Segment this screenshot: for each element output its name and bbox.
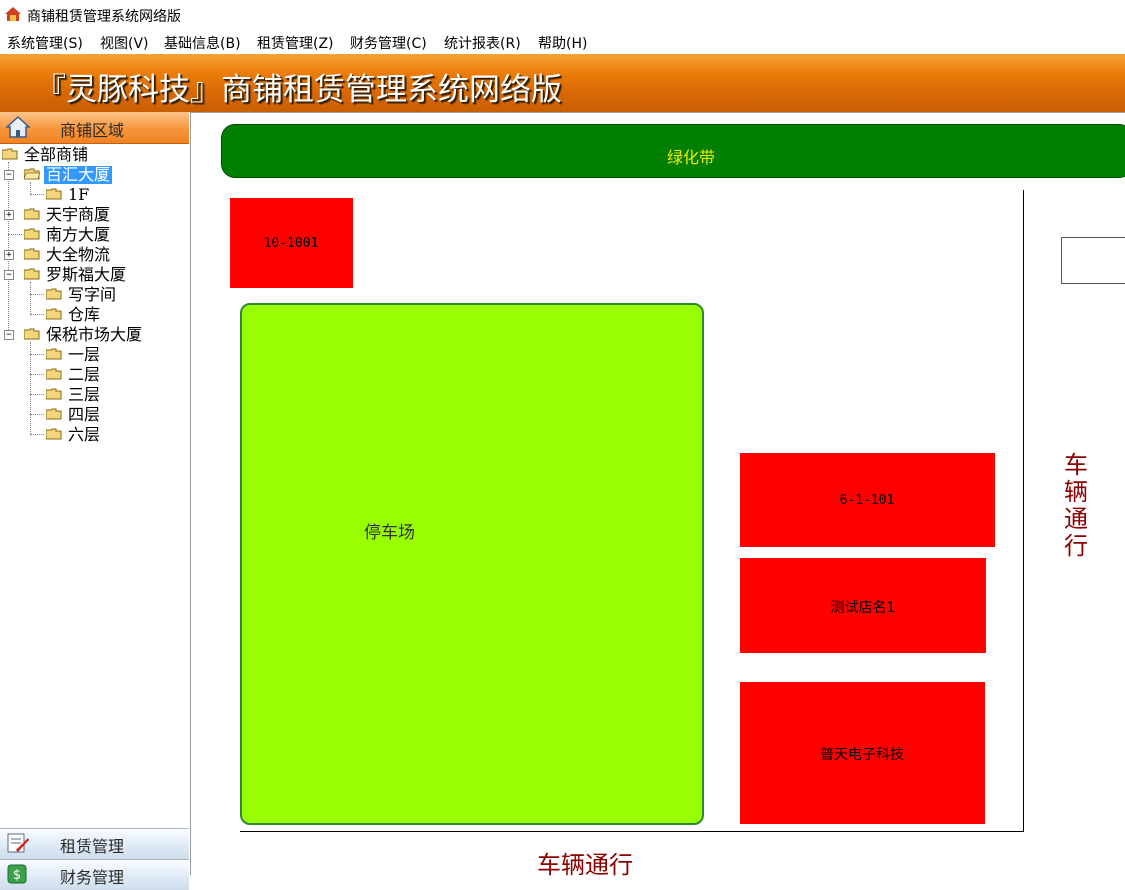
tab-finance-label: 财务管理 bbox=[60, 868, 125, 887]
lease-tool-icon bbox=[7, 833, 29, 853]
tree-item-floor-6[interactable]: 六层 bbox=[68, 426, 100, 444]
folder-open-icon bbox=[24, 168, 40, 180]
folder-icon bbox=[46, 188, 62, 200]
svg-text:$: $ bbox=[13, 868, 21, 883]
tree-guide bbox=[30, 294, 44, 295]
banner-title: 『灵豚科技』商铺租赁管理系统网络版 bbox=[35, 72, 562, 108]
shop-label: 测试店名1 bbox=[830, 600, 896, 616]
tree-guide bbox=[30, 182, 31, 194]
folder-open-icon bbox=[2, 148, 18, 160]
tree-item-baihui[interactable]: 百汇大厦 bbox=[44, 166, 113, 184]
menu-finance[interactable]: 财务管理(C) bbox=[350, 33, 427, 53]
folder-icon bbox=[24, 268, 40, 280]
menu-bar: 系统管理(S) 视图(V) 基础信息(B) 租赁管理(Z) 财务管理(C) 统计… bbox=[0, 30, 1125, 54]
folder-icon bbox=[46, 288, 62, 300]
sidebar-header-label: 商铺区域 bbox=[60, 121, 125, 140]
window-title: 商铺租赁管理系统网络版 bbox=[27, 9, 181, 25]
folder-icon bbox=[24, 248, 40, 260]
folder-icon bbox=[24, 228, 40, 240]
tree-item-root[interactable]: 全部商铺 bbox=[24, 146, 88, 164]
tree-expander[interactable]: − bbox=[4, 170, 14, 180]
shop-label: 6-1-101 bbox=[839, 493, 895, 508]
tree-item-luosifu-office[interactable]: 写字间 bbox=[68, 286, 116, 304]
folder-icon bbox=[46, 428, 62, 440]
tree-guide bbox=[30, 394, 44, 395]
tree-expander[interactable]: − bbox=[4, 270, 14, 280]
tree-guide bbox=[30, 342, 31, 434]
tree-guide bbox=[30, 434, 44, 435]
folder-icon bbox=[46, 308, 62, 320]
folder-icon bbox=[46, 408, 62, 420]
finance-dollar-icon: $ bbox=[7, 864, 27, 884]
tree-item-floor-2[interactable]: 二层 bbox=[68, 366, 100, 384]
tree-guide bbox=[30, 282, 31, 314]
tree-guide bbox=[30, 414, 44, 415]
folder-icon bbox=[46, 348, 62, 360]
folder-icon bbox=[24, 208, 40, 220]
parking-label: 停车场 bbox=[364, 523, 415, 543]
folder-icon bbox=[24, 328, 40, 340]
road-boundary-vertical bbox=[1023, 190, 1024, 832]
tree-item-baihui-1f[interactable]: 1F bbox=[68, 186, 89, 204]
green-belt-label: 绿化带 bbox=[667, 148, 716, 167]
tree-item-luosifu[interactable]: 罗斯福大厦 bbox=[46, 266, 126, 284]
menu-reports[interactable]: 统计报表(R) bbox=[444, 33, 521, 53]
tree-expander[interactable]: − bbox=[4, 330, 14, 340]
map-box[interactable] bbox=[1061, 237, 1125, 284]
menu-lease[interactable]: 租赁管理(Z) bbox=[257, 33, 334, 53]
tree-guide bbox=[8, 234, 22, 235]
menu-help[interactable]: 帮助(H) bbox=[538, 33, 587, 53]
tree-item-floor-1[interactable]: 一层 bbox=[68, 346, 100, 364]
home-icon bbox=[6, 116, 30, 138]
parking-lot[interactable] bbox=[240, 303, 704, 825]
tree-item-floor-4[interactable]: 四层 bbox=[68, 406, 100, 424]
app-house-icon bbox=[5, 7, 21, 21]
tree-item-tianyu[interactable]: 天宇商厦 bbox=[46, 206, 110, 224]
road-boundary-horizontal bbox=[240, 831, 1024, 832]
tree-expander[interactable]: + bbox=[4, 250, 14, 260]
shop-label: 普天电子科技 bbox=[820, 747, 904, 763]
shop-label: 10-1001 bbox=[263, 236, 319, 251]
menu-basic-info[interactable]: 基础信息(B) bbox=[164, 33, 241, 53]
tree-item-nanfang[interactable]: 南方大厦 bbox=[46, 226, 110, 244]
tree-item-luosifu-warehouse[interactable]: 仓库 bbox=[68, 306, 100, 324]
tree-item-daquan[interactable]: 大全物流 bbox=[46, 246, 110, 264]
menu-system[interactable]: 系统管理(S) bbox=[7, 33, 83, 53]
canvas-border bbox=[191, 112, 1125, 113]
tree-guide bbox=[30, 314, 44, 315]
tree-item-baoshui[interactable]: 保税市场大厦 bbox=[46, 326, 142, 344]
tree-item-floor-3[interactable]: 三层 bbox=[68, 386, 100, 404]
tab-lease-label: 租赁管理 bbox=[60, 837, 125, 856]
tree-guide bbox=[30, 194, 44, 195]
folder-icon bbox=[46, 388, 62, 400]
tree-guide bbox=[30, 354, 44, 355]
tree-expander[interactable]: + bbox=[4, 210, 14, 220]
tree-guide bbox=[30, 374, 44, 375]
folder-icon bbox=[46, 368, 62, 380]
road-label-right: 车辆通行 bbox=[1064, 451, 1088, 560]
menu-view[interactable]: 视图(V) bbox=[100, 33, 149, 53]
